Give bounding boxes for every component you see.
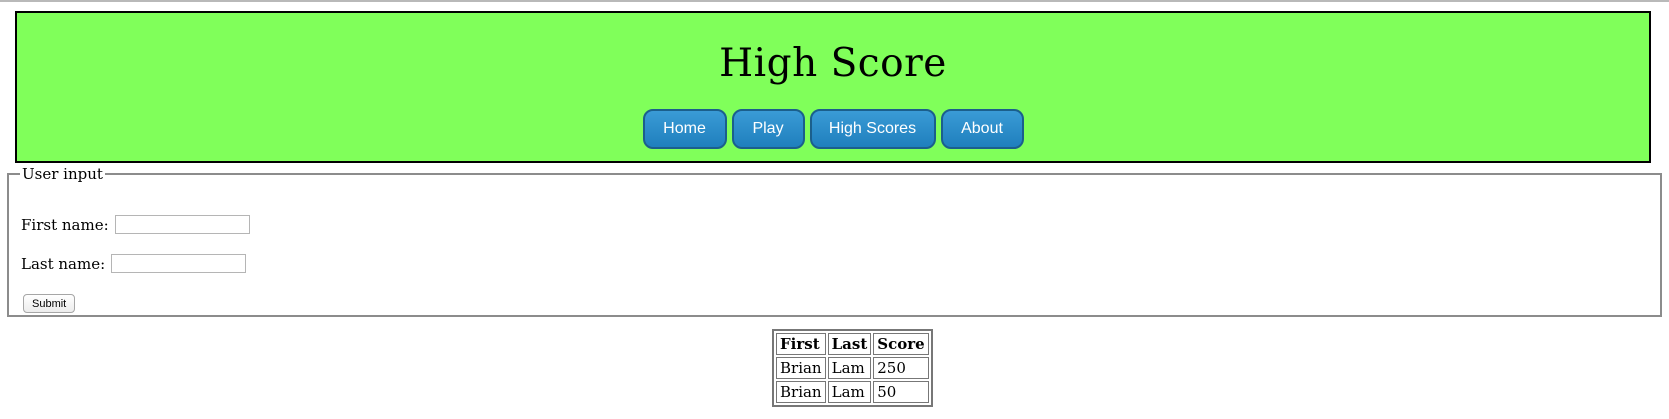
nav-about-button[interactable]: About [940,109,1024,149]
window-top-border [0,0,1669,2]
last-name-row: Last name: [21,254,247,273]
column-header-first: First [776,333,826,355]
column-header-score: Score [873,333,929,355]
table-row: Brian Lam 50 [776,381,929,403]
user-input-fieldset: User input First name: Last name: Submit [7,165,1662,317]
nav-play-button[interactable]: Play [731,109,805,149]
main-nav: Home Play High Scores About [17,109,1649,149]
cell-first: Brian [776,381,826,403]
cell-score: 250 [873,357,929,379]
last-name-input[interactable] [111,254,247,273]
cell-last: Lam [827,381,872,403]
last-name-label: Last name: [21,254,106,273]
site-header: High Score Home Play High Scores About [15,11,1651,163]
submit-button[interactable]: Submit [23,294,76,313]
table-header-row: First Last Score [776,333,929,355]
user-input-legend: User input [22,165,103,183]
cell-first: Brian [776,357,826,379]
cell-last: Lam [827,357,872,379]
first-name-input[interactable] [114,215,250,234]
first-name-row: First name: [21,215,250,234]
nav-home-button[interactable]: Home [642,109,727,149]
page-title: High Score [719,41,947,86]
column-header-last: Last [827,333,872,355]
high-scores-table: First Last Score Brian Lam 250 Brian Lam… [772,329,933,407]
nav-high-scores-button[interactable]: High Scores [809,109,936,149]
first-name-label: First name: [21,215,109,234]
cell-score: 50 [873,381,929,403]
table-row: Brian Lam 250 [776,357,929,379]
